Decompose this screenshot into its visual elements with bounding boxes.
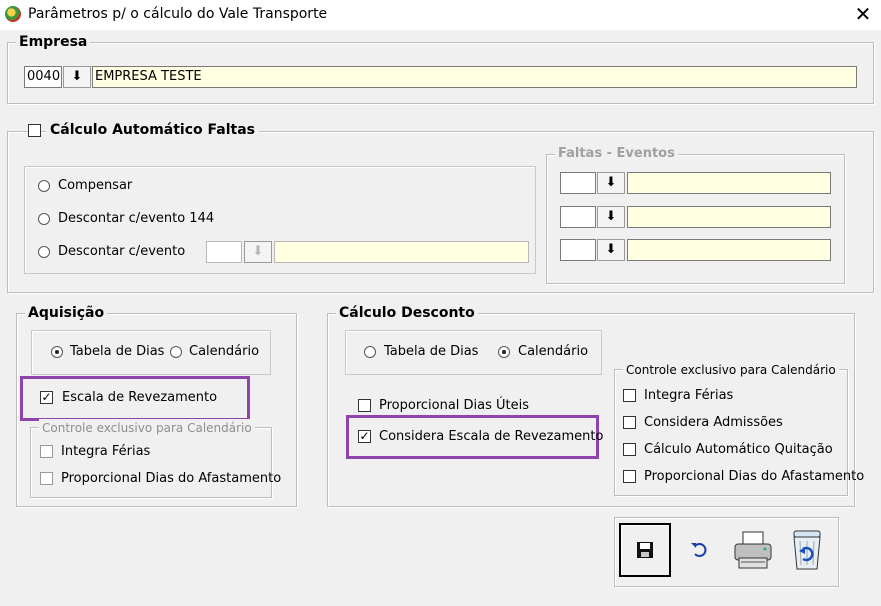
evento-lookup-button-2[interactable]: ⬇ — [597, 206, 625, 228]
escala-revezamento-label: Escala de Revezamento — [62, 390, 218, 405]
radio-compensar[interactable] — [38, 180, 50, 192]
considera-escala-checkbox[interactable]: ✓ — [358, 430, 371, 443]
descontar-evento-code-input[interactable] — [206, 241, 242, 263]
aquisicao-radio-calendario[interactable] — [170, 346, 182, 358]
aquisicao-legend: Aquisição — [25, 304, 108, 322]
radio-descontar-144[interactable] — [38, 213, 50, 225]
calculo-desconto-legend: Cálculo Desconto — [336, 304, 478, 322]
title-bar: Parâmetros p/ o cálculo do Vale Transpor… — [0, 0, 881, 30]
download-arrow-icon: ⬇ — [605, 242, 617, 257]
desconto-proporcional-afastamento-label: Proporcional Dias do Afastamento — [644, 469, 865, 484]
radio-descontar-evento[interactable] — [38, 246, 50, 258]
recycle-bin-icon — [793, 530, 821, 570]
evento-code-input-1[interactable] — [560, 172, 596, 194]
faltas-auto-checkbox[interactable] — [28, 124, 41, 137]
desconto-radio-calendario[interactable] — [498, 346, 510, 358]
download-arrow-icon: ⬇ — [605, 209, 617, 224]
close-button[interactable]: ✕ — [852, 2, 874, 26]
descontar-evento-name-field — [274, 241, 529, 263]
aquisicao-integra-ferias-label: Integra Férias — [61, 444, 151, 459]
evento-name-field-1 — [627, 172, 831, 194]
proporcional-dias-uteis-checkbox[interactable] — [358, 399, 371, 412]
evento-code-input-2[interactable] — [560, 206, 596, 228]
evento-code-input-3[interactable] — [560, 239, 596, 261]
aquisicao-controle-group: Controle exclusivo para Calendário — [30, 419, 272, 498]
undo-button[interactable] — [673, 523, 725, 577]
desconto-radio-tabela[interactable] — [364, 346, 376, 358]
window-title: Parâmetros p/ o cálculo do Vale Transpor… — [28, 6, 328, 22]
evento-name-field-2 — [627, 206, 831, 228]
proporcional-dias-uteis-label: Proporcional Dias Úteis — [379, 398, 530, 413]
radio-descontar-evento-label: Descontar c/evento — [58, 244, 186, 259]
evento-lookup-button-1[interactable]: ⬇ — [597, 172, 625, 194]
radio-compensar-label: Compensar — [58, 178, 133, 193]
empresa-lookup-button[interactable]: ⬇ — [63, 66, 91, 88]
aquisicao-proporcional-afastamento-label: Proporcional Dias do Afastamento — [61, 471, 282, 486]
faltas-auto-label: Cálculo Automático Faltas — [46, 122, 259, 138]
print-button[interactable] — [727, 523, 779, 577]
desconto-proporcional-afastamento-checkbox[interactable] — [623, 470, 636, 483]
descontar-evento-lookup-button[interactable]: ⬇ — [244, 241, 272, 263]
considera-admissoes-label: Considera Admissões — [644, 415, 783, 430]
aquisicao-controle-legend: Controle exclusivo para Calendário — [39, 419, 255, 437]
download-arrow-icon: ⬇ — [71, 69, 83, 84]
aquisicao-radio-tabela[interactable] — [51, 346, 63, 358]
save-icon — [637, 542, 653, 558]
empresa-legend: Empresa — [16, 33, 91, 51]
evento-name-field-3 — [627, 239, 831, 261]
aquisicao-radio-calendario-label: Calendário — [189, 344, 260, 359]
download-arrow-icon: ⬇ — [605, 175, 617, 190]
aquisicao-radio-tabela-label: Tabela de Dias — [70, 344, 165, 359]
save-button[interactable] — [619, 523, 671, 577]
desconto-radio-tabela-label: Tabela de Dias — [384, 344, 479, 359]
faltas-eventos-legend: Faltas - Eventos — [555, 145, 678, 163]
recycle-button[interactable] — [781, 523, 833, 577]
app-icon — [5, 6, 21, 22]
printer-icon — [734, 531, 772, 569]
desconto-radio-calendario-label: Calendário — [518, 344, 589, 359]
considera-escala-label: Considera Escala de Revezamento — [379, 429, 604, 444]
calculo-quitacao-checkbox[interactable] — [623, 443, 636, 456]
desconto-controle-legend: Controle exclusivo para Calendário — [623, 361, 839, 379]
aquisicao-integra-ferias-checkbox[interactable] — [40, 445, 53, 458]
undo-icon — [691, 543, 707, 557]
desconto-integra-ferias-checkbox[interactable] — [623, 389, 636, 402]
considera-admissoes-checkbox[interactable] — [623, 416, 636, 429]
desconto-integra-ferias-label: Integra Férias — [644, 388, 734, 403]
calculo-quitacao-label: Cálculo Automático Quitação — [644, 442, 833, 457]
empresa-name-field: EMPRESA TESTE — [92, 66, 857, 88]
download-arrow-icon: ⬇ — [252, 244, 264, 259]
escala-revezamento-checkbox[interactable]: ✓ — [40, 391, 53, 404]
empresa-code-input[interactable]: 0040 — [24, 66, 62, 88]
evento-lookup-button-3[interactable]: ⬇ — [597, 239, 625, 261]
radio-descontar-144-label: Descontar c/evento 144 — [58, 211, 215, 226]
aquisicao-proporcional-afastamento-checkbox[interactable] — [40, 472, 53, 485]
